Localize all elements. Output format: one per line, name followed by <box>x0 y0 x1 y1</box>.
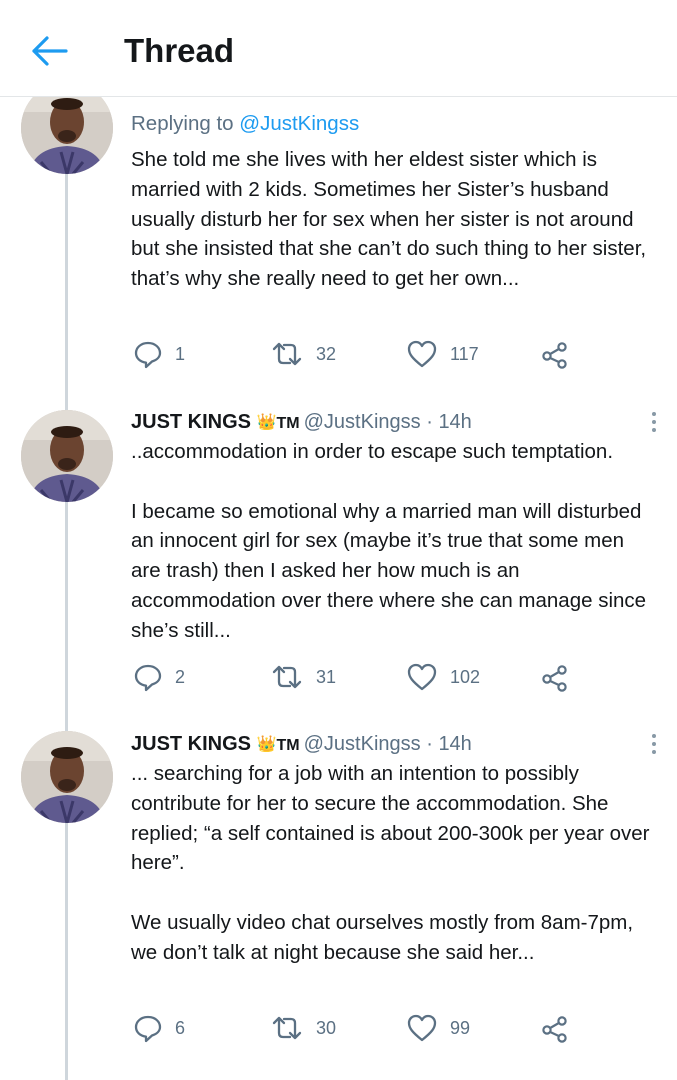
avatar[interactable] <box>21 410 113 502</box>
retweet-icon <box>272 1016 302 1040</box>
heart-icon <box>407 1014 437 1042</box>
like-button[interactable]: 117 <box>406 338 479 370</box>
display-name[interactable]: JUST KINGS <box>131 733 251 755</box>
reply-button[interactable]: 1 <box>133 338 185 370</box>
share-icon <box>542 1016 567 1043</box>
reply-bubble-icon <box>134 1015 162 1043</box>
like-button[interactable]: 99 <box>406 1012 470 1044</box>
tweet-actions: 6 30 99 <box>133 1012 653 1044</box>
retweet-icon <box>272 342 302 366</box>
app-header: Thread <box>0 0 677 97</box>
retweet-icon <box>272 665 302 689</box>
reply-button[interactable]: 2 <box>133 661 185 693</box>
retweet-count: 30 <box>316 1017 337 1038</box>
display-name[interactable]: JUST KINGS <box>131 411 251 433</box>
share-icon <box>542 665 567 692</box>
timestamp[interactable]: 14h <box>438 411 471 433</box>
tweet-text: She told me she lives with her eldest si… <box>131 148 647 291</box>
retweet-count: 31 <box>316 666 337 687</box>
retweet-button[interactable]: 31 <box>270 661 336 693</box>
like-count: 117 <box>450 343 479 364</box>
share-button[interactable] <box>540 661 570 693</box>
reply-count: 1 <box>175 343 186 364</box>
handle[interactable]: @JustKingss <box>304 411 421 433</box>
reply-count: 6 <box>175 1017 186 1038</box>
reply-bubble-icon <box>134 341 162 369</box>
arrow-left-icon <box>32 36 68 66</box>
heart-icon <box>407 663 437 691</box>
tweet-header: JUST KINGS 👑TM @JustKingss · 14h <box>131 411 472 433</box>
thread-connector-line <box>65 160 68 1080</box>
reply-button[interactable]: 6 <box>133 1012 185 1044</box>
tweet-text: ... searching for a job with an intentio… <box>131 762 650 964</box>
more-vertical-icon[interactable] <box>649 734 659 758</box>
tm-label: TM <box>276 415 300 432</box>
tweet-actions: 2 31 102 <box>133 661 653 693</box>
like-button[interactable]: 102 <box>406 661 480 693</box>
mention-link[interactable]: @JustKingss <box>239 112 359 135</box>
retweet-count: 32 <box>316 343 337 364</box>
heart-icon <box>407 340 437 368</box>
crown-emoji-icon: 👑 <box>256 736 277 753</box>
like-count: 102 <box>450 666 481 687</box>
more-vertical-icon[interactable] <box>649 412 659 436</box>
page-title: Thread <box>124 32 235 69</box>
tweet-text: ..accommodation in order to escape such … <box>131 440 647 642</box>
share-button[interactable] <box>540 338 570 370</box>
retweet-button[interactable]: 32 <box>270 338 336 370</box>
like-count: 99 <box>450 1017 471 1038</box>
handle[interactable]: @JustKingss <box>304 733 421 755</box>
back-button[interactable] <box>30 34 68 68</box>
timestamp[interactable]: 14h <box>438 733 471 755</box>
share-icon <box>542 342 567 369</box>
avatar[interactable] <box>21 731 113 823</box>
reply-count: 2 <box>175 666 186 687</box>
reply-bubble-icon <box>134 664 162 692</box>
tweet-header: JUST KINGS 👑TM @JustKingss · 14h <box>131 733 472 755</box>
crown-emoji-icon: 👑 <box>256 414 277 431</box>
replying-to: Replying to @JustKingss <box>131 112 360 135</box>
tweet-actions: 1 32 117 <box>133 338 653 370</box>
share-button[interactable] <box>540 1012 570 1044</box>
retweet-button[interactable]: 30 <box>270 1012 336 1044</box>
tm-label: TM <box>276 737 300 754</box>
